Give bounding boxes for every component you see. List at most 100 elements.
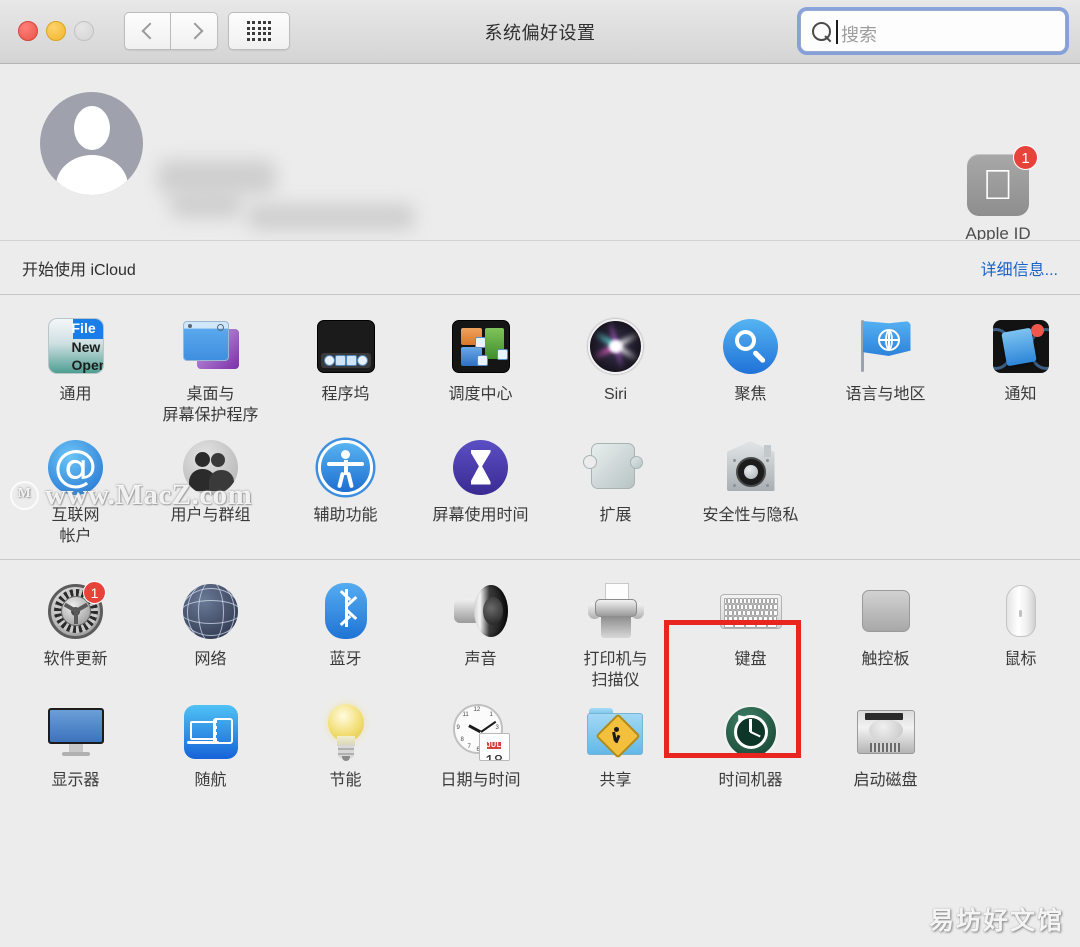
pref-item-label: 聚焦 <box>734 386 767 403</box>
pref-item-startup-disk[interactable]: 启动磁盘 <box>818 695 953 795</box>
trackpad-icon <box>861 590 910 632</box>
pref-item-label: 随航 <box>194 772 227 789</box>
pref-item-mouse[interactable]: 鼠标 <box>953 574 1080 695</box>
pref-item-sound[interactable]: 声音 <box>413 574 548 695</box>
pref-item-label: 触控板 <box>861 651 910 668</box>
preferences-row: File New Open 通用 桌面与 屏幕保护程序 <box>0 309 1080 430</box>
pref-item-bluetooth[interactable]: 蓝牙 <box>278 574 413 695</box>
pref-item-label: 显示器 <box>51 772 100 789</box>
account-detail-redacted-1 <box>170 192 242 218</box>
pref-item-trackpad[interactable]: 触控板 <box>818 574 953 695</box>
text-cursor <box>836 20 838 44</box>
pref-item-label: 键盘 <box>734 651 767 668</box>
siri-icon <box>588 318 643 374</box>
apple-id-badge: 1 <box>1013 145 1038 170</box>
pref-item-label: 软件更新 <box>43 651 108 668</box>
account-name-redacted <box>158 160 276 194</box>
pref-item-network[interactable]: 网络 <box>143 574 278 695</box>
users-groups-icon <box>183 439 238 495</box>
screen-time-icon <box>453 439 508 495</box>
dock-icon <box>316 319 375 373</box>
pref-item-label: Siri <box>603 386 628 403</box>
printers-scanners-icon <box>587 583 645 639</box>
pref-item-general[interactable]: File New Open 通用 <box>8 309 143 430</box>
pref-item-screen-time[interactable]: 屏幕使用时间 <box>413 430 548 551</box>
spotlight-icon <box>723 318 778 374</box>
pref-item-users-groups[interactable]: 用户与群组 <box>143 430 278 551</box>
pref-item-dock[interactable]: 程序坞 <box>278 309 413 430</box>
pref-item-label: 通用 <box>59 386 92 403</box>
pref-item-extensions[interactable]: 扩展 <box>548 430 683 551</box>
avatar-body <box>55 155 128 195</box>
calendar-day: 18 <box>485 753 503 760</box>
search-icon <box>812 22 831 41</box>
energy-saver-icon <box>325 704 367 761</box>
keyboard-icon <box>719 593 782 629</box>
preferences-section-personal: File New Open 通用 桌面与 屏幕保护程序 <box>0 295 1080 559</box>
notifications-icon <box>992 319 1049 373</box>
mission-control-icon <box>451 319 510 373</box>
preferences-row: @ 互联网 帐户 用户与群组 辅助功能 屏幕使用时间 扩展 安全性与隐私 <box>0 430 1080 551</box>
avatar-head <box>73 106 110 150</box>
general-icon: File New Open <box>47 318 104 374</box>
security-privacy-icon <box>723 439 779 495</box>
pref-item-accessibility[interactable]: 辅助功能 <box>278 430 413 551</box>
pref-item-energy-saver[interactable]: 节能 <box>278 695 413 795</box>
internet-accounts-icon: @ <box>48 439 103 495</box>
pref-item-software-update[interactable]: 1 软件更新 <box>8 574 143 695</box>
pref-item-mission-control[interactable]: 调度中心 <box>413 309 548 430</box>
pref-item-label: 蓝牙 <box>329 651 362 668</box>
software-update-icon: 1 <box>48 580 106 639</box>
bluetooth-icon <box>324 583 367 639</box>
pref-item-printers-scanners[interactable]: 打印机与 扫描仪 <box>548 574 683 695</box>
pref-item-security-privacy[interactable]: 安全性与隐私 <box>683 430 818 551</box>
icloud-banner: 开始使用 iCloud 详细信息... <box>0 240 1080 295</box>
pref-item-label: 语言与地区 <box>845 386 926 403</box>
pref-item-desktop-screensaver[interactable]: 桌面与 屏幕保护程序 <box>143 309 278 430</box>
pref-item-label: 时间机器 <box>718 772 783 789</box>
account-section:  1 Apple ID <box>0 64 1080 243</box>
mouse-icon <box>1005 585 1036 637</box>
startup-disk-icon <box>856 710 915 754</box>
account-detail-redacted-2 <box>247 204 415 230</box>
pref-item-label: 通知 <box>1004 386 1037 403</box>
pref-item-label: 共享 <box>599 772 632 789</box>
sidecar-icon <box>183 705 238 759</box>
calendar-month: JUL <box>486 741 502 749</box>
apple-id-tile:  1 <box>967 145 1038 216</box>
time-machine-icon <box>723 705 778 759</box>
search-field[interactable]: 搜索 <box>800 10 1066 52</box>
pref-item-label: 桌面与 屏幕保护程序 <box>162 386 259 424</box>
preferences-row: 1 软件更新 网络 蓝牙 声音 打印机与 扫描仪 键盘 触控板 鼠标 <box>0 574 1080 695</box>
pref-item-label: 启动磁盘 <box>853 772 918 789</box>
pref-item-label: 互联网 帐户 <box>51 507 100 545</box>
window-titlebar: 系统偏好设置 搜索 <box>0 0 1080 64</box>
pref-item-label: 扩展 <box>599 507 632 524</box>
preferences-section-hardware: 1 软件更新 网络 蓝牙 声音 打印机与 扫描仪 键盘 触控板 鼠标 显示器 随… <box>0 559 1080 811</box>
software-update-badge: 1 <box>83 580 106 604</box>
avatar[interactable] <box>40 92 143 195</box>
pref-item-siri[interactable]: Siri <box>548 309 683 430</box>
pref-item-spotlight[interactable]: 聚焦 <box>683 309 818 430</box>
pref-item-date-time[interactable]: 12 1 11 9 3 8 7 6 JUL 18 <box>413 695 548 795</box>
pref-item-sharing[interactable]: 共享 <box>548 695 683 795</box>
apple-id-item[interactable]:  1 Apple ID <box>938 145 1058 244</box>
sharing-icon <box>586 708 645 759</box>
pref-item-label: 程序坞 <box>321 386 370 403</box>
pref-item-label: 屏幕使用时间 <box>432 507 529 524</box>
icloud-details-link[interactable]: 详细信息... <box>981 256 1058 280</box>
pref-item-internet-accounts[interactable]: @ 互联网 帐户 <box>8 430 143 551</box>
watermark-bottom: 易坊好文馆 <box>928 907 1064 935</box>
pref-item-label: 辅助功能 <box>313 507 378 524</box>
pref-item-time-machine[interactable]: 时间机器 <box>683 695 818 795</box>
sound-icon <box>452 584 510 638</box>
pref-item-notifications[interactable]: 通知 <box>953 309 1080 430</box>
pref-item-keyboard[interactable]: 键盘 <box>683 574 818 695</box>
pref-item-label: 节能 <box>329 772 362 789</box>
pref-item-sidecar[interactable]: 随航 <box>143 695 278 795</box>
icloud-label: 开始使用 iCloud <box>22 262 136 279</box>
pref-item-displays[interactable]: 显示器 <box>8 695 143 795</box>
accessibility-icon <box>318 439 373 495</box>
divider <box>22 240 1058 241</box>
pref-item-language-region[interactable]: 语言与地区 <box>818 309 953 430</box>
